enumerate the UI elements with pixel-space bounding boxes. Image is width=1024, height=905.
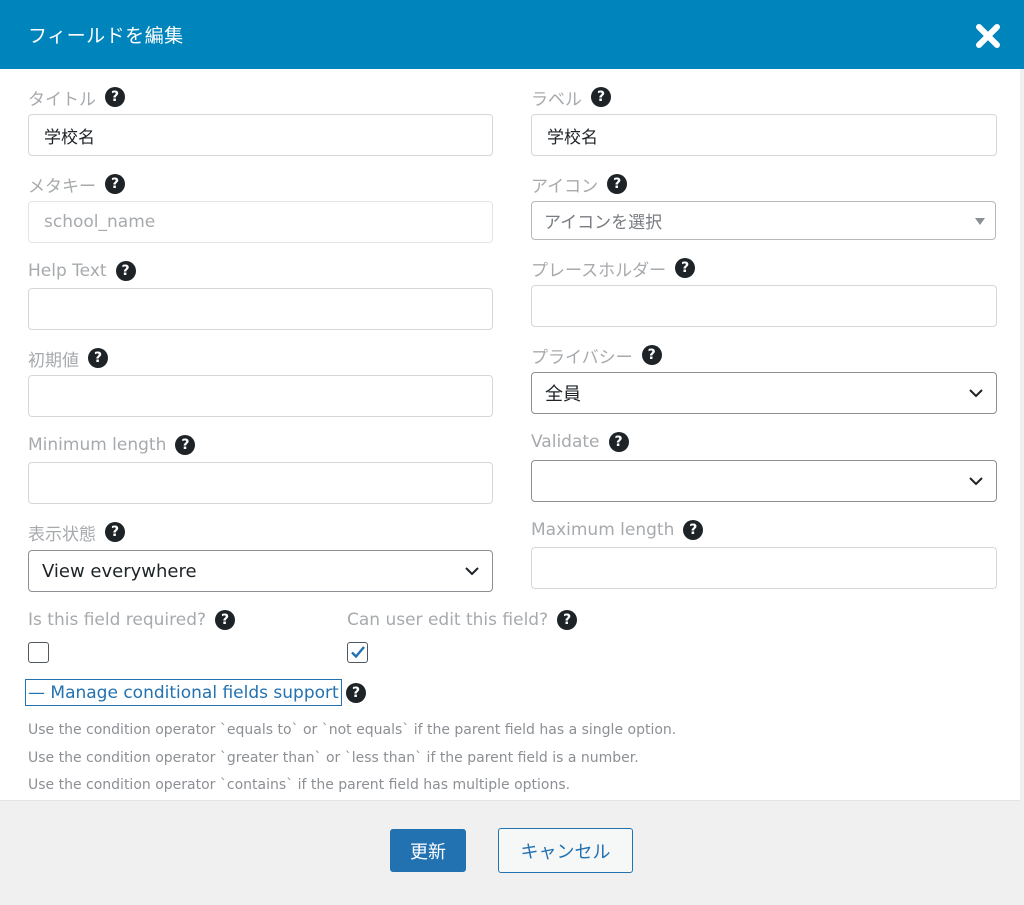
title-input[interactable] <box>44 125 477 145</box>
help-icon[interactable]: ? <box>346 683 366 703</box>
help-icon[interactable]: ? <box>215 610 236 630</box>
max-length-field[interactable] <box>531 547 997 589</box>
label-field[interactable] <box>531 114 997 156</box>
help-text-input[interactable] <box>44 299 477 319</box>
validate-select[interactable] <box>531 460 997 502</box>
condition-note-2: Use the condition operator `greater than… <box>28 750 639 766</box>
help-icon[interactable]: ? <box>607 174 628 194</box>
caret-down-icon <box>975 218 985 225</box>
help-icon[interactable]: ? <box>683 520 704 540</box>
visibility-selected: View everywhere <box>42 560 197 582</box>
label-input[interactable] <box>547 125 981 145</box>
manage-conditional-fields-link[interactable]: — Manage conditional fields support <box>25 679 342 706</box>
editable-label: Can user edit this field?? <box>347 608 578 632</box>
default-value-label: 初期値? <box>28 346 108 371</box>
help-icon[interactable]: ? <box>105 174 125 194</box>
visibility-label: 表示状態? <box>28 520 125 545</box>
help-icon[interactable]: ? <box>115 261 136 281</box>
help-icon[interactable]: ? <box>105 522 125 542</box>
default-value-field[interactable] <box>28 375 493 417</box>
dialog-title: フィールドを編集 <box>28 25 184 47</box>
chevron-down-icon <box>465 567 479 576</box>
help-icon[interactable]: ? <box>591 87 611 107</box>
condition-note-1: Use the condition operator `equals to` o… <box>28 722 677 738</box>
help-text-label: Help Text? <box>28 259 136 283</box>
title-label: タイトル? <box>28 85 125 110</box>
meta-key-input[interactable] <box>44 212 477 232</box>
help-icon[interactable]: ? <box>557 610 578 630</box>
help-icon[interactable]: ? <box>675 258 696 278</box>
privacy-selected: 全員 <box>545 384 581 405</box>
icon-label: アイコン? <box>531 172 628 197</box>
checkmark-icon <box>351 646 365 659</box>
meta-key-label: メタキー? <box>28 172 125 197</box>
field-label-label: ラベル? <box>531 85 611 110</box>
meta-key-field[interactable] <box>28 201 493 243</box>
editable-checkbox[interactable] <box>347 642 368 663</box>
help-icon[interactable]: ? <box>105 87 125 107</box>
placeholder-field[interactable] <box>531 285 997 327</box>
required-checkbox[interactable] <box>28 642 49 663</box>
default-value-input[interactable] <box>44 386 477 406</box>
privacy-label: プライバシー? <box>531 343 662 368</box>
icon-select-placeholder: アイコンを選択 <box>544 213 663 233</box>
icon-select[interactable]: アイコンを選択 <box>531 201 996 240</box>
min-length-input[interactable] <box>44 473 477 493</box>
update-button[interactable]: 更新 <box>390 829 466 872</box>
privacy-select[interactable]: 全員 <box>531 372 997 414</box>
chevron-down-icon <box>969 389 983 398</box>
min-length-field[interactable] <box>28 462 493 504</box>
close-button[interactable] <box>974 22 1002 50</box>
help-icon[interactable]: ? <box>88 348 108 368</box>
help-icon[interactable]: ? <box>608 432 629 452</box>
help-text-field[interactable] <box>28 288 493 330</box>
placeholder-input[interactable] <box>547 296 981 316</box>
help-icon[interactable]: ? <box>175 435 196 455</box>
close-icon <box>976 24 1000 48</box>
title-field[interactable] <box>28 114 493 156</box>
dialog-scroll-edge <box>1020 69 1024 905</box>
chevron-down-icon <box>969 477 983 486</box>
condition-note-3: Use the condition operator `contains` if… <box>28 777 571 793</box>
required-label: Is this field required?? <box>28 608 236 632</box>
placeholder-label: プレースホルダー? <box>531 256 696 281</box>
dialog-header: フィールドを編集 <box>0 0 1024 69</box>
help-icon[interactable]: ? <box>641 345 662 365</box>
min-length-label: Minimum length? <box>28 433 196 457</box>
validate-label: Validate? <box>531 430 629 454</box>
max-length-input[interactable] <box>547 558 981 578</box>
visibility-select[interactable]: View everywhere <box>28 550 493 592</box>
max-length-label: Maximum length? <box>531 518 704 542</box>
cancel-button[interactable]: キャンセル <box>498 828 633 873</box>
